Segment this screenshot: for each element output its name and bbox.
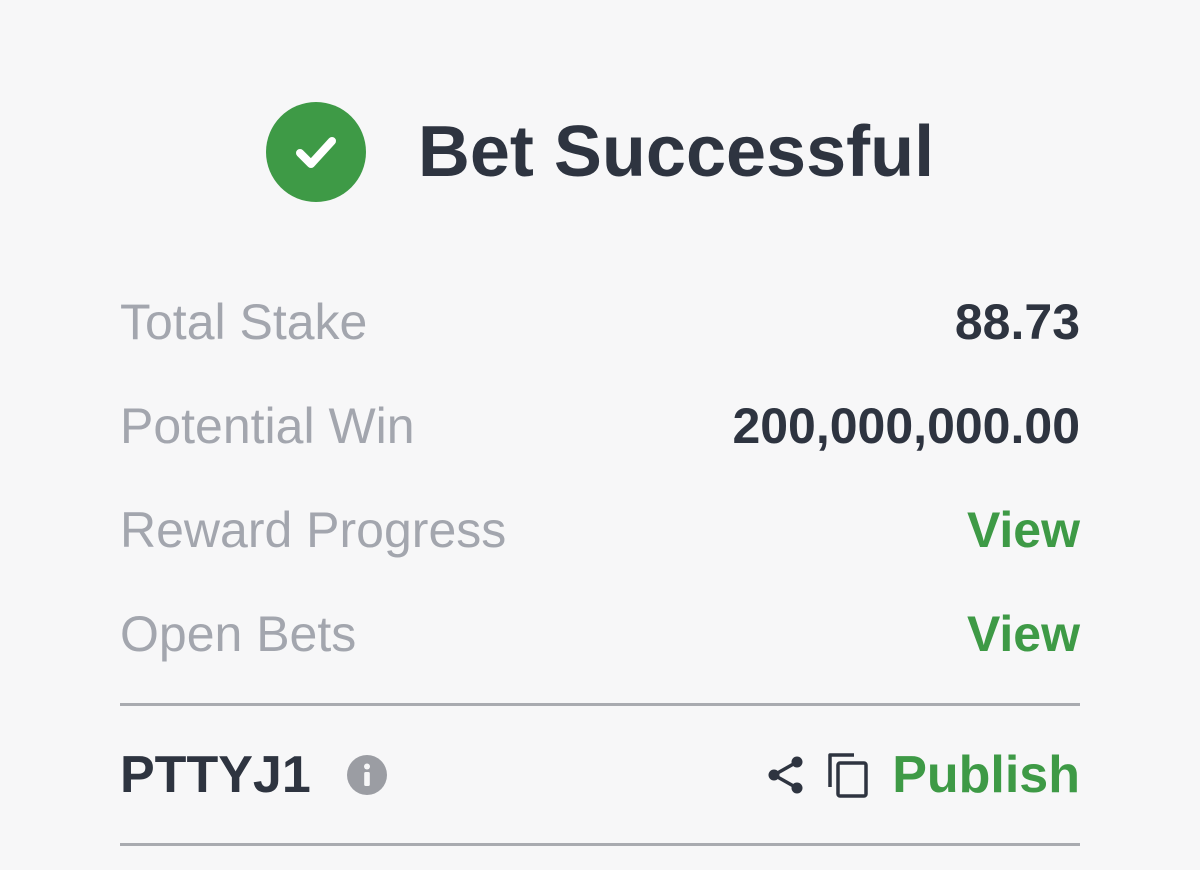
- reward-progress-view-link[interactable]: View: [967, 501, 1080, 559]
- summary-row-total-stake: Total Stake 88.73: [120, 270, 1080, 374]
- bet-status-header: Bet Successful: [0, 100, 1200, 204]
- total-stake-label: Total Stake: [120, 294, 368, 350]
- potential-win-label: Potential Win: [120, 398, 415, 454]
- check-circle-icon: [265, 102, 366, 202]
- info-icon[interactable]: [346, 755, 387, 795]
- open-bets-view-link[interactable]: View: [967, 605, 1080, 663]
- total-stake-value: 88.73: [954, 294, 1080, 350]
- booking-code-group: PTTYJ1: [120, 745, 387, 805]
- open-bets-label: Open Bets: [120, 606, 357, 662]
- page-title: Bet Successful: [417, 112, 935, 192]
- reward-progress-label: Reward Progress: [120, 502, 507, 558]
- potential-win-value: 200,000,000.00: [732, 398, 1080, 454]
- summary-row-potential-win: Potential Win 200,000,000.00: [120, 374, 1080, 478]
- divider: [120, 843, 1080, 846]
- booking-actions: Publish: [764, 745, 1080, 805]
- copy-icon[interactable]: [826, 751, 870, 799]
- share-icon[interactable]: [764, 753, 808, 797]
- summary-row-reward-progress: Reward Progress View: [120, 478, 1080, 582]
- publish-button[interactable]: Publish: [892, 745, 1080, 805]
- divider: [120, 703, 1080, 706]
- summary-row-open-bets: Open Bets View: [120, 582, 1080, 686]
- bet-confirmation-page: Bet Successful Total Stake 88.73 Potenti…: [0, 0, 1200, 870]
- booking-code: PTTYJ1: [120, 746, 311, 804]
- booking-code-row: PTTYJ1 Publish: [120, 720, 1080, 830]
- bet-summary-list: Total Stake 88.73 Potential Win 200,000,…: [120, 270, 1080, 686]
